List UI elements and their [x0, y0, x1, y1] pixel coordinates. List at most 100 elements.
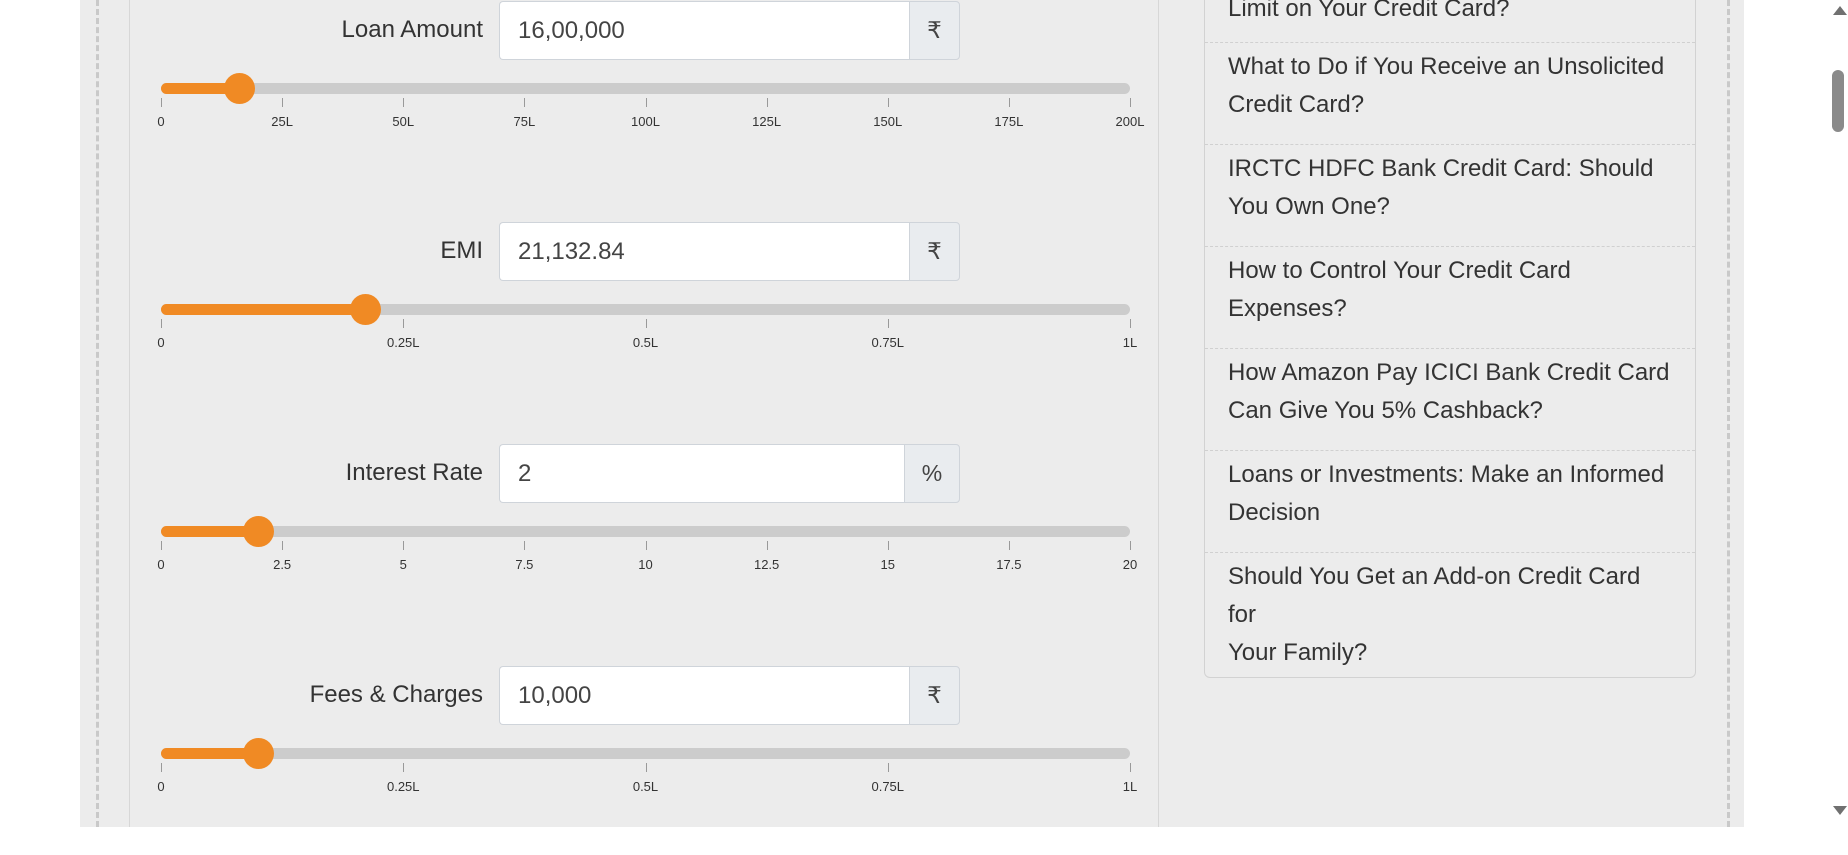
dashed-border-right [1727, 0, 1730, 827]
list-item[interactable]: IRCTC HDFC Bank Credit Card: Should You … [1205, 145, 1695, 247]
list-item[interactable]: How to Control Your Credit Card Expenses… [1205, 247, 1695, 349]
rupee-addon: ₹ [909, 222, 960, 281]
list-item-line: IRCTC HDFC Bank Credit Card: Should [1228, 155, 1654, 182]
scroll-up-arrow-icon[interactable] [1833, 6, 1847, 15]
list-item[interactable]: Should You Get an Add-on Credit Card for… [1205, 553, 1695, 666]
scale-tick-label: 0.5L [632, 779, 659, 794]
loan-amount-slider[interactable] [161, 73, 1130, 104]
scale-tick [403, 541, 405, 550]
rupee-addon: ₹ [909, 666, 960, 725]
scale-tick-label: 0 [157, 557, 165, 572]
scale-tick [1130, 319, 1131, 328]
fees-charges-label: Fees & Charges [309, 681, 483, 708]
rupee-addon: ₹ [909, 1, 960, 60]
loan-amount-input[interactable]: 16,00,000 [499, 1, 909, 60]
scale-tick-label: 25L [271, 114, 293, 129]
list-item-line: Your Family? [1228, 639, 1368, 666]
scale-tick [403, 763, 405, 772]
scale-tick-label: 175L [994, 114, 1024, 129]
list-item[interactable]: Loans or Investments: Make an Informed D… [1205, 451, 1695, 553]
interest-rate-input[interactable]: 2 [499, 444, 904, 503]
scale-tick-label: 15 [880, 557, 895, 572]
scale-tick [645, 763, 647, 772]
scale-tick-label: 17.5 [996, 557, 1022, 572]
interest-rate-label: Interest Rate [345, 459, 483, 486]
list-item[interactable]: How Amazon Pay ICICI Bank Credit Card Ca… [1205, 349, 1695, 451]
emi-slider[interactable] [161, 294, 1130, 325]
loan-amount-row: Loan Amount 16,00,000 ₹ 0 25L 50L 75L 100L 12… [130, 0, 1160, 190]
list-item-line: How to Control Your Credit Card [1228, 257, 1571, 284]
scale-tick [524, 541, 526, 550]
scale-tick [766, 98, 768, 107]
interest-rate-slider[interactable] [161, 516, 1130, 547]
interest-rate-input-group: 2 % [499, 444, 960, 503]
emi-row: EMI 21,132.84 ₹ 0 0.25L 0.5L 0.75L 1L [130, 221, 1160, 411]
scale-tick-label: 125L [752, 114, 782, 129]
scale-tick-label: 0.75L [871, 779, 905, 794]
scale-tick [282, 98, 284, 107]
fees-charges-input[interactable]: 10,000 [499, 666, 909, 725]
scale-tick-label: 7.5 [515, 557, 534, 572]
scale-tick [887, 98, 889, 107]
list-item-line: Decision [1228, 499, 1321, 526]
interest-rate-scale: 0 2.5 5 7.5 10 12.5 15 17.5 20 [157, 541, 1137, 572]
scale-tick [524, 98, 526, 107]
scale-tick-label: 1L [1122, 335, 1138, 350]
scale-tick-label: 0.5L [632, 335, 659, 350]
fees-charges-slider[interactable] [161, 738, 1130, 769]
list-item[interactable]: Limit on Your Credit Card? [1205, 0, 1695, 43]
emi-slider-fill [161, 304, 366, 315]
scale-tick [403, 319, 405, 328]
scale-tick [766, 541, 768, 550]
list-item-line: Should You Get an Add-on Credit Card for [1228, 563, 1641, 628]
scale-tick-label: 75L [513, 114, 536, 129]
emi-input-group: 21,132.84 ₹ [499, 222, 960, 281]
scale-tick [1130, 763, 1131, 772]
scale-tick-label: 50L [392, 114, 415, 129]
scrollbar-thumb[interactable] [1832, 70, 1844, 132]
scale-tick [1130, 541, 1131, 550]
scale-tick [161, 319, 162, 328]
scale-tick [403, 98, 405, 107]
scale-tick-label: 0.25L [386, 779, 420, 794]
scroll-down-arrow-icon[interactable] [1833, 806, 1847, 815]
scale-tick-label: 0 [157, 779, 165, 794]
list-item-line: You Own One? [1228, 193, 1390, 220]
scale-tick-label: 10 [638, 557, 653, 572]
scale-tick-label: 0 [157, 114, 165, 129]
scale-tick-label: 200L [1115, 114, 1145, 129]
list-item-line: Expenses? [1228, 295, 1347, 322]
interest-rate-row: Interest Rate 2 % 0 2.5 5 7.5 10 12.5 15 17.5 20 [130, 443, 1160, 633]
scale-tick-label: 150L [873, 114, 903, 129]
scale-tick [161, 98, 162, 107]
emi-input[interactable]: 21,132.84 [499, 222, 909, 281]
loan-amount-input-group: 16,00,000 ₹ [499, 1, 960, 60]
list-item-line: Loans or Investments: Make an Informed [1228, 461, 1665, 488]
scale-tick-label: 1L [1122, 779, 1138, 794]
dashed-border-left [96, 0, 99, 827]
scale-tick [282, 541, 284, 550]
loan-amount-label: Loan Amount [341, 16, 483, 43]
list-item-line: Can Give You 5% Cashback? [1228, 397, 1543, 424]
scale-tick-label: 20 [1122, 557, 1138, 572]
fees-charges-input-group: 10,000 ₹ [499, 666, 960, 725]
scale-tick [887, 763, 889, 772]
scale-tick [1130, 98, 1131, 107]
scale-tick [887, 541, 889, 550]
scale-tick-label: 0.25L [386, 335, 420, 350]
fees-charges-scale: 0 0.25L 0.5L 0.75L 1L [157, 763, 1137, 794]
scale-tick-label: 12.5 [753, 557, 780, 572]
scale-tick [161, 541, 162, 550]
list-item-line: Limit on Your Credit Card? [1228, 0, 1510, 22]
emi-label: EMI [440, 237, 483, 264]
emi-scale: 0 0.25L 0.5L 0.75L 1L [157, 319, 1137, 350]
scale-tick [161, 763, 162, 772]
list-item-line: How Amazon Pay ICICI Bank Credit Card [1228, 359, 1670, 386]
list-item-line: What to Do if You Receive an Unsolicited [1228, 53, 1665, 80]
vertical-scrollbar[interactable] [1828, 0, 1848, 827]
list-item[interactable]: What to Do if You Receive an Unsolicited… [1205, 43, 1695, 145]
emi-calculator-panel: Loan Amount 16,00,000 ₹ 0 25L 50L 75L 100L 12… [129, 0, 1159, 827]
scale-tick [645, 319, 647, 328]
scale-tick-label: 0 [157, 335, 165, 350]
scale-tick-label: 0.75L [871, 335, 905, 350]
